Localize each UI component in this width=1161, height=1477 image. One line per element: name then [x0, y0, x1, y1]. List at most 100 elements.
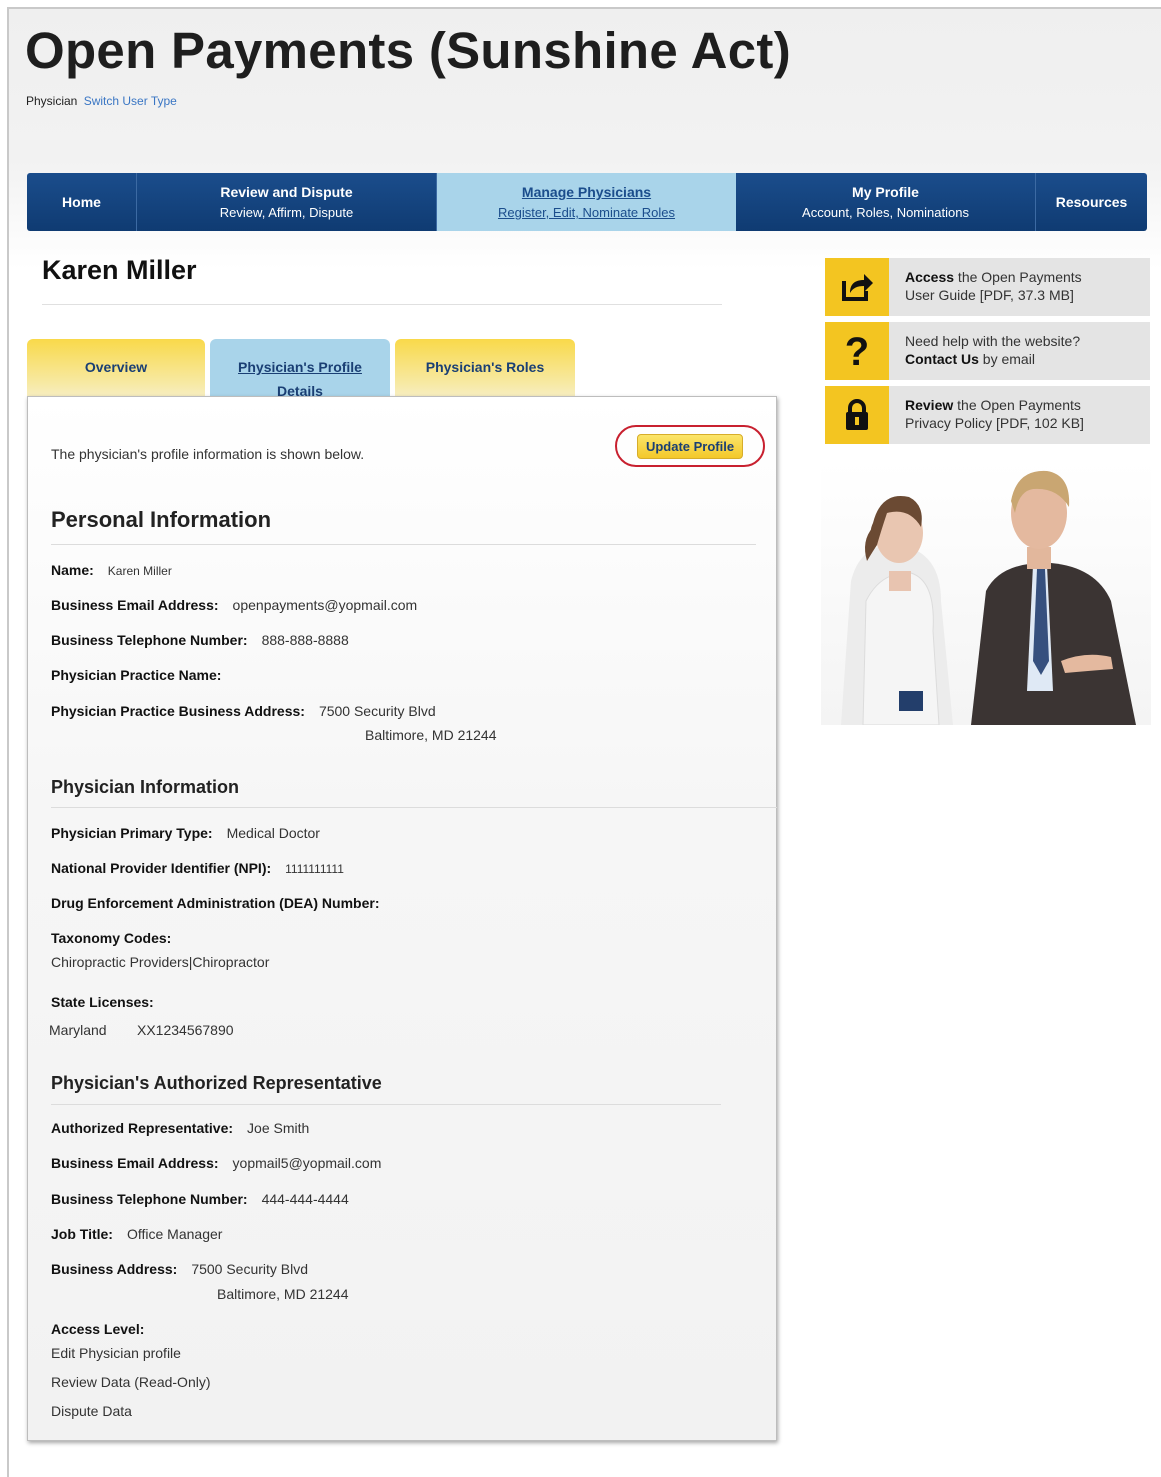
- nav-my-profile[interactable]: My Profile Account, Roles, Nominations: [736, 173, 1036, 231]
- sidebar-privacy-policy[interactable]: Review the Open Payments Privacy Policy …: [825, 386, 1150, 444]
- field-taxonomy-label: Taxonomy Codes:: [51, 930, 185, 946]
- field-label: Physician Primary Type:: [51, 825, 213, 841]
- section-heading-representative: Physician's Authorized Representative: [51, 1073, 382, 1093]
- field-business-email: Business Email Address: openpayments@yopm…: [51, 597, 417, 613]
- field-label: Drug Enforcement Administration (DEA) Nu…: [51, 895, 380, 911]
- field-name: Name: Karen Miller: [51, 562, 172, 578]
- switch-user-type-link[interactable]: Switch User Type: [84, 94, 177, 108]
- user-type: Physician Switch User Type: [26, 94, 177, 108]
- field-value: Baltimore, MD 21244: [365, 727, 497, 743]
- field-label: State Licenses:: [51, 994, 154, 1010]
- intro-text: The physician's profile information is s…: [51, 446, 365, 462]
- nav-review-dispute[interactable]: Review and Dispute Review, Affirm, Dispu…: [137, 173, 437, 231]
- field-value: Office Manager: [126, 1226, 223, 1242]
- access-level-item: Dispute Data: [51, 1403, 132, 1419]
- field-label: Physician Practice Business Address:: [51, 703, 305, 719]
- user-type-label: Physician: [26, 94, 78, 108]
- sidebar-bold: Contact Us: [905, 351, 979, 367]
- nav-resources[interactable]: Resources: [1036, 173, 1147, 231]
- field-label: Business Address:: [51, 1261, 178, 1277]
- field-npi: National Provider Identifier (NPI): 11111…: [51, 860, 344, 876]
- license-number: XX1234567890: [137, 1022, 234, 1038]
- update-profile-button[interactable]: Update Profile: [636, 433, 744, 459]
- sidebar-text: the Open Payments: [954, 269, 1082, 285]
- field-label: Name:: [51, 562, 94, 578]
- field-value: 7500 Security Blvd: [318, 703, 436, 719]
- field-access-level-label: Access Level:: [51, 1321, 158, 1337]
- field-label: Access Level:: [51, 1321, 145, 1337]
- field-value: Medical Doctor: [226, 825, 320, 841]
- tab-profile-details[interactable]: Physician's Profile Details: [210, 339, 390, 401]
- field-label: Authorized Representative:: [51, 1120, 234, 1136]
- field-value: Chiropractic Providers|Chiropractor: [51, 954, 270, 970]
- share-arrow-icon: [825, 258, 889, 316]
- sidebar-text: Need help with the website?: [905, 333, 1081, 349]
- field-value: Baltimore, MD 21244: [217, 1286, 349, 1302]
- nav-manage-physicians-sub: Register, Edit, Nominate Roles: [497, 205, 676, 220]
- divider: [42, 304, 722, 305]
- sidebar-contact-us-text: Need help with the website? Contact Us b…: [905, 332, 1080, 368]
- field-label: Job Title:: [51, 1226, 113, 1242]
- nav-home[interactable]: Home: [27, 173, 137, 231]
- divider: [51, 1104, 721, 1105]
- field-practice-name: Physician Practice Name:: [51, 667, 235, 683]
- field-rep-phone: Business Telephone Number: 444-444-4444: [51, 1191, 349, 1207]
- nav-my-profile-label: My Profile: [852, 184, 919, 200]
- update-profile-highlight: Update Profile: [615, 425, 765, 467]
- field-value: 7500 Security Blvd: [191, 1261, 309, 1277]
- nav-home-label: Home: [62, 194, 101, 210]
- tab-roles-label: Physician's Roles: [425, 359, 545, 375]
- physicians-photo: [821, 461, 1151, 725]
- sidebar-text: the Open Payments: [953, 397, 1081, 413]
- site-header: Open Payments (Sunshine Act) Physician S…: [9, 9, 1161, 159]
- page-title: Karen Miller: [42, 255, 197, 285]
- field-job-title: Job Title: Office Manager: [51, 1226, 222, 1242]
- tab-overview[interactable]: Overview: [27, 339, 205, 401]
- sidebar-contact-us[interactable]: ? Need help with the website? Contact Us…: [825, 322, 1150, 380]
- sidebar-user-guide-text: Access the Open Payments User Guide [PDF…: [905, 268, 1082, 304]
- site-title: Open Payments (Sunshine Act): [25, 22, 791, 79]
- tab-profile-details-line1: Physician's Profile: [238, 359, 362, 375]
- field-value: 444-444-4444: [261, 1191, 349, 1207]
- main-nav: Home Review and Dispute Review, Affirm, …: [27, 173, 1147, 231]
- question-icon: ?: [825, 322, 889, 380]
- field-authorized-rep: Authorized Representative: Joe Smith: [51, 1120, 309, 1136]
- sidebar-text: Privacy Policy [PDF, 102 KB]: [905, 415, 1084, 431]
- field-label: Taxonomy Codes:: [51, 930, 172, 946]
- nav-my-profile-sub: Account, Roles, Nominations: [802, 205, 969, 220]
- access-level-item: Review Data (Read-Only): [51, 1374, 211, 1390]
- field-value: yopmail5@yopmail.com: [232, 1155, 382, 1171]
- divider: [51, 544, 756, 545]
- field-value: openpayments@yopmail.com: [232, 597, 418, 613]
- field-value: 1111111111: [285, 862, 344, 876]
- field-value: 888-888-8888: [261, 632, 349, 648]
- field-label: Business Email Address:: [51, 1155, 219, 1171]
- page-frame: Open Payments (Sunshine Act) Physician S…: [7, 7, 1161, 1477]
- field-label: National Provider Identifier (NPI):: [51, 860, 272, 876]
- field-primary-type: Physician Primary Type: Medical Doctor: [51, 825, 320, 841]
- field-value: Joe Smith: [247, 1120, 310, 1136]
- sidebar-text: User Guide [PDF, 37.3 MB]: [905, 287, 1074, 303]
- field-value: Karen Miller: [107, 564, 172, 578]
- nav-resources-label: Resources: [1055, 194, 1128, 210]
- license-state: Maryland: [49, 1022, 107, 1038]
- access-level-item: Edit Physician profile: [51, 1345, 181, 1361]
- tab-roles[interactable]: Physician's Roles: [395, 339, 575, 401]
- section-heading-personal: Personal Information: [51, 507, 272, 532]
- lock-icon: [825, 386, 889, 444]
- field-practice-address: Physician Practice Business Address: 7500…: [51, 703, 436, 719]
- section-heading-physician: Physician Information: [51, 777, 240, 797]
- profile-panel: The physician's profile information is s…: [27, 396, 777, 1441]
- field-rep-email: Business Email Address: yopmail5@yopmail.…: [51, 1155, 381, 1171]
- nav-review-dispute-sub: Review, Affirm, Dispute: [219, 205, 354, 220]
- sidebar-privacy-text: Review the Open Payments Privacy Policy …: [905, 396, 1084, 432]
- nav-review-dispute-label: Review and Dispute: [220, 184, 353, 200]
- sidebar-bold: Access: [905, 269, 955, 285]
- sidebar-user-guide[interactable]: Access the Open Payments User Guide [PDF…: [825, 258, 1150, 316]
- field-dea: Drug Enforcement Administration (DEA) Nu…: [51, 895, 394, 911]
- nav-manage-physicians[interactable]: Manage Physicians Register, Edit, Nomina…: [437, 173, 736, 231]
- field-label: Business Email Address:: [51, 597, 219, 613]
- field-licenses-label: State Licenses:: [51, 994, 168, 1010]
- field-label: Business Telephone Number:: [51, 632, 248, 648]
- field-rep-address: Business Address: 7500 Security Blvd: [51, 1261, 308, 1277]
